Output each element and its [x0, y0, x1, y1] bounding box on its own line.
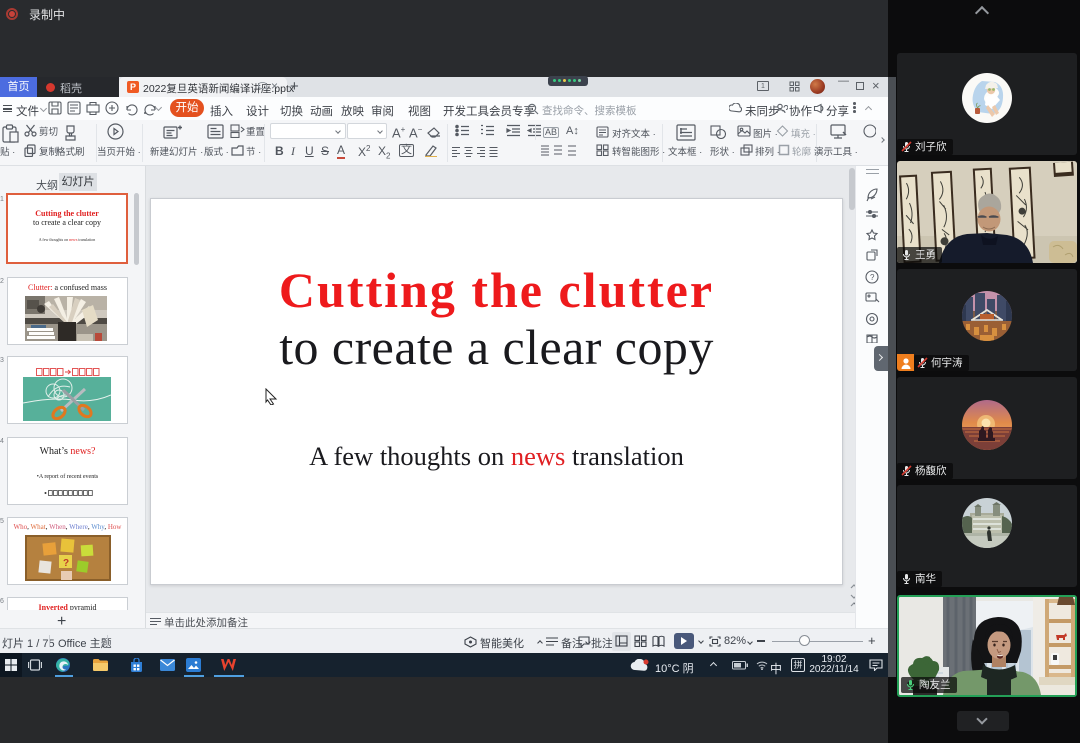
svg-text:?: ? [63, 558, 69, 569]
svg-text:?: ? [870, 273, 875, 282]
